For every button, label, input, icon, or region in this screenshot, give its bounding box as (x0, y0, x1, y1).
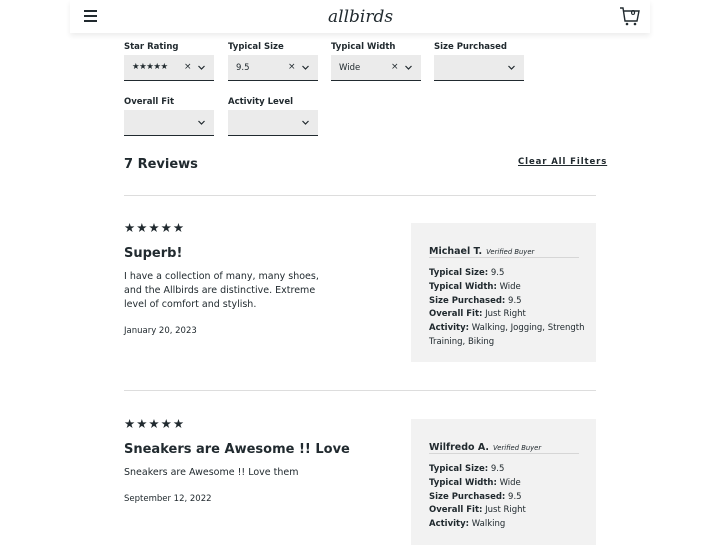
divider (429, 453, 579, 454)
clear-star-rating-icon[interactable]: × (184, 62, 192, 72)
attr-value: 9.5 (508, 295, 522, 306)
attr-value: 9.5 (508, 491, 522, 502)
attr-value: Wide (499, 477, 521, 488)
attr-label: Typical Size: (429, 268, 489, 278)
chevron-down-icon (198, 65, 205, 70)
filter-label-activity-level: Activity Level (228, 97, 294, 107)
overall-fit-select[interactable] (124, 110, 214, 136)
attr-value: 9.5 (490, 464, 505, 474)
typical-size-select[interactable]: 9.5 × (228, 55, 318, 81)
typical-width-select[interactable]: Wide × (331, 55, 421, 81)
attr-label: Overall Fit: (429, 309, 483, 320)
reviewer-panel: Wilfredo A. Verified Buyer Typical Size: … (411, 419, 596, 545)
filter-label-typical-size: Typical Size (228, 42, 284, 52)
star-rating-select[interactable]: ★★★★★ × (124, 55, 214, 81)
attr-value: 9.5 (490, 268, 505, 278)
attr-label: Activity: (429, 519, 470, 530)
hamburger-menu-icon[interactable] (84, 9, 98, 22)
chevron-down-icon (198, 120, 205, 125)
review-title: Sneakers are Awesome !! Love (124, 442, 350, 457)
filter-label-typical-width: Typical Width (331, 42, 396, 52)
svg-text:allbirds: allbirds (328, 7, 393, 27)
review-date: January 20, 2023 (124, 326, 197, 336)
cart-count: 0 (630, 9, 636, 17)
chevron-down-icon (302, 65, 309, 70)
size-purchased-select[interactable] (434, 55, 524, 81)
attr-label: Typical Size: (429, 464, 489, 474)
typical-width-value: Wide (339, 63, 361, 73)
activity-level-select[interactable] (228, 110, 318, 136)
clear-typical-width-icon[interactable]: × (391, 62, 399, 72)
reviewer-attributes: Typical Size: 9.5 Typical Width: Wide Si… (429, 463, 589, 532)
verified-buyer-badge: Verified Buyer (486, 248, 535, 256)
reviewer-name: Michael T. (429, 246, 483, 257)
filter-label-overall-fit: Overall Fit (124, 97, 175, 107)
divider (124, 195, 596, 196)
attr-label: Overall Fit: (429, 505, 483, 516)
divider (124, 390, 596, 391)
attr-value: Just Right (485, 505, 526, 516)
clear-all-filters-link[interactable]: Clear All Filters (518, 157, 607, 167)
review-body: I have a collection of many, many shoes,… (124, 271, 319, 310)
review-date: September 12, 2022 (124, 494, 212, 504)
typical-size-value: 9.5 (236, 63, 250, 73)
verified-buyer-badge: Verified Buyer (493, 444, 542, 452)
site-header: allbirds 0 (70, 0, 650, 33)
attr-label: Activity: (429, 323, 470, 334)
reviews-count: 7 Reviews (124, 157, 198, 172)
attr-value: Just Right (485, 309, 526, 320)
review-stars: ★★★★★ (124, 220, 186, 235)
attr-label: Size Purchased: (429, 491, 506, 502)
attr-value: Walking (471, 519, 506, 530)
chevron-down-icon (405, 65, 412, 70)
review-title: Superb! (124, 246, 183, 261)
attr-label: Size Purchased: (429, 295, 506, 306)
attr-value: Wide (499, 281, 521, 292)
review-body: Sneakers are Awesome !! Love them (124, 467, 299, 478)
chevron-down-icon (302, 120, 309, 125)
reviewer-attributes: Typical Size: 9.5 Typical Width: Wide Si… (429, 267, 589, 350)
divider (429, 257, 579, 258)
cart-button[interactable]: 0 (619, 5, 641, 27)
clear-typical-size-icon[interactable]: × (288, 62, 296, 72)
attr-label: Typical Width: (429, 477, 497, 488)
review-stars: ★★★★★ (124, 416, 186, 431)
filter-label-star-rating: Star Rating (124, 42, 179, 52)
reviewer-name: Wilfredo A. (429, 442, 490, 453)
chevron-down-icon (508, 65, 515, 70)
allbirds-logo[interactable]: allbirds (328, 4, 394, 30)
reviewer-panel: Michael T. Verified Buyer Typical Size: 9… (411, 223, 596, 362)
star-rating-value: ★★★★★ (132, 62, 168, 72)
filter-label-size-purchased: Size Purchased (434, 42, 507, 52)
attr-label: Typical Width: (429, 281, 497, 292)
